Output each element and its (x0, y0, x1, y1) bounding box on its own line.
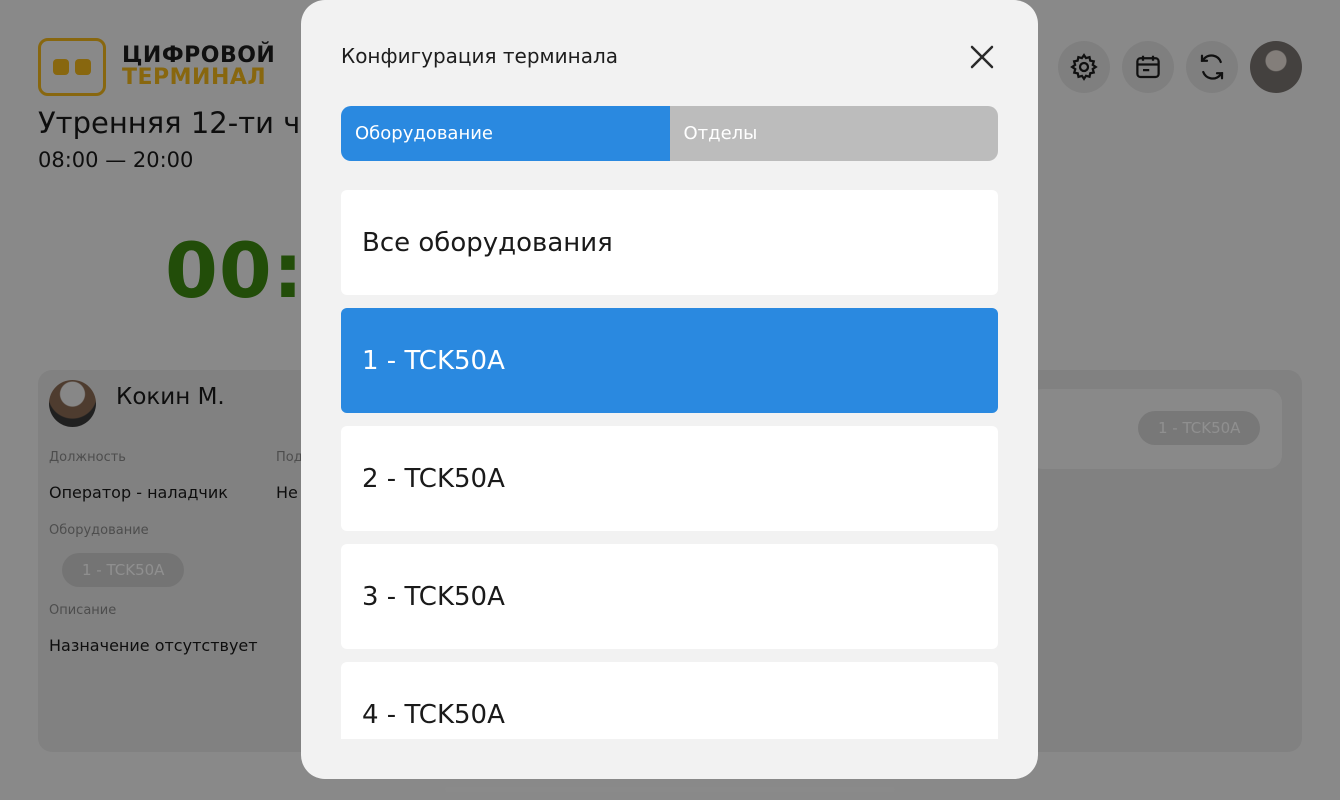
list-item-equipment-1[interactable]: 1 - TCK50A (341, 308, 998, 413)
list-item-equipment-2[interactable]: 2 - TCK50A (341, 426, 998, 531)
list-item-all-equipment[interactable]: Все оборудования (341, 190, 998, 295)
equipment-list[interactable]: Все оборудования 1 - TCK50A 2 - TCK50A 3… (341, 190, 998, 739)
close-icon (970, 45, 994, 69)
tab-departments[interactable]: Отделы (669, 106, 998, 161)
list-item-equipment-3[interactable]: 3 - TCK50A (341, 544, 998, 649)
home-indicator (445, 787, 895, 792)
terminal-config-modal: Конфигурация терминала Оборудование Отде… (301, 0, 1038, 779)
close-button[interactable] (967, 42, 997, 72)
list-item-equipment-4[interactable]: 4 - TCK50A (341, 662, 998, 739)
tab-equipment[interactable]: Оборудование (341, 106, 670, 161)
modal-tabs: Оборудование Отделы (341, 106, 998, 161)
modal-title: Конфигурация терминала (341, 44, 619, 68)
